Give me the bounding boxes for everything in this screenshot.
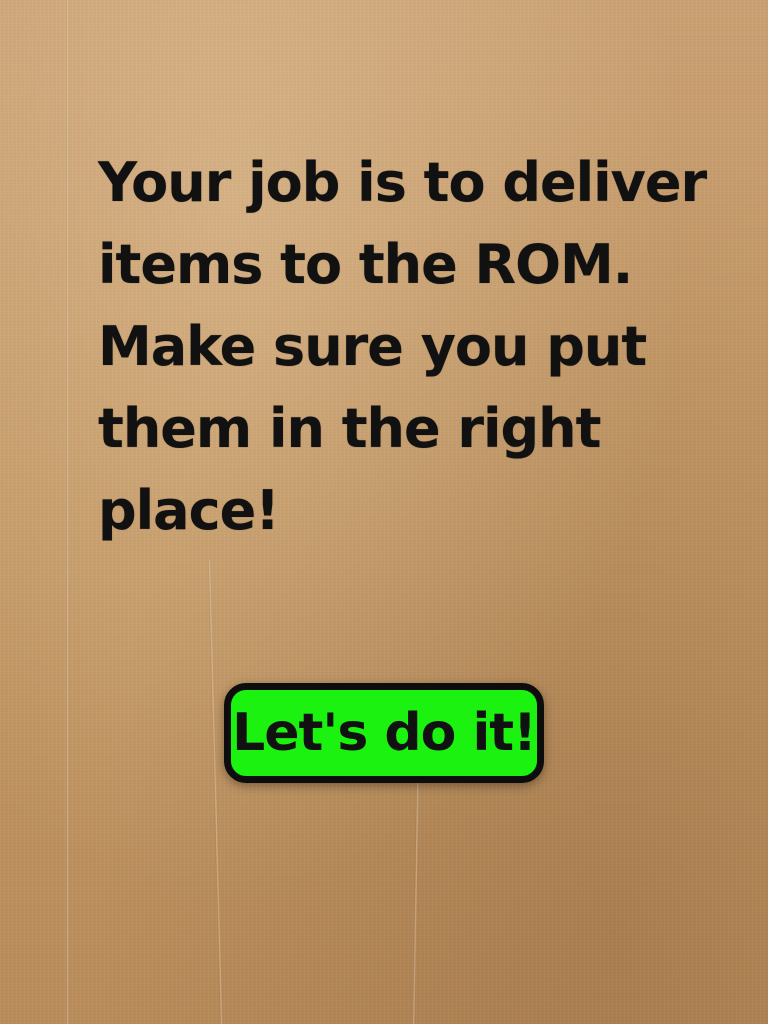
cardboard-crease [66, 0, 69, 1024]
intro-line: items to the ROM. [98, 233, 633, 296]
start-button-label: Let's do it! [232, 703, 537, 763]
intro-line: them in the right [98, 397, 601, 460]
cardboard-crease [207, 560, 224, 1024]
intro-line: Your job is to deliver [98, 151, 707, 214]
cardboard-background: Your job is to deliver items to the ROM.… [0, 0, 768, 1024]
lets-do-it-button[interactable]: Let's do it! [224, 683, 544, 783]
intro-line: Make sure you put [98, 315, 647, 378]
intro-instructions: Your job is to deliver items to the ROM.… [98, 142, 718, 552]
intro-line: place! [98, 479, 280, 542]
